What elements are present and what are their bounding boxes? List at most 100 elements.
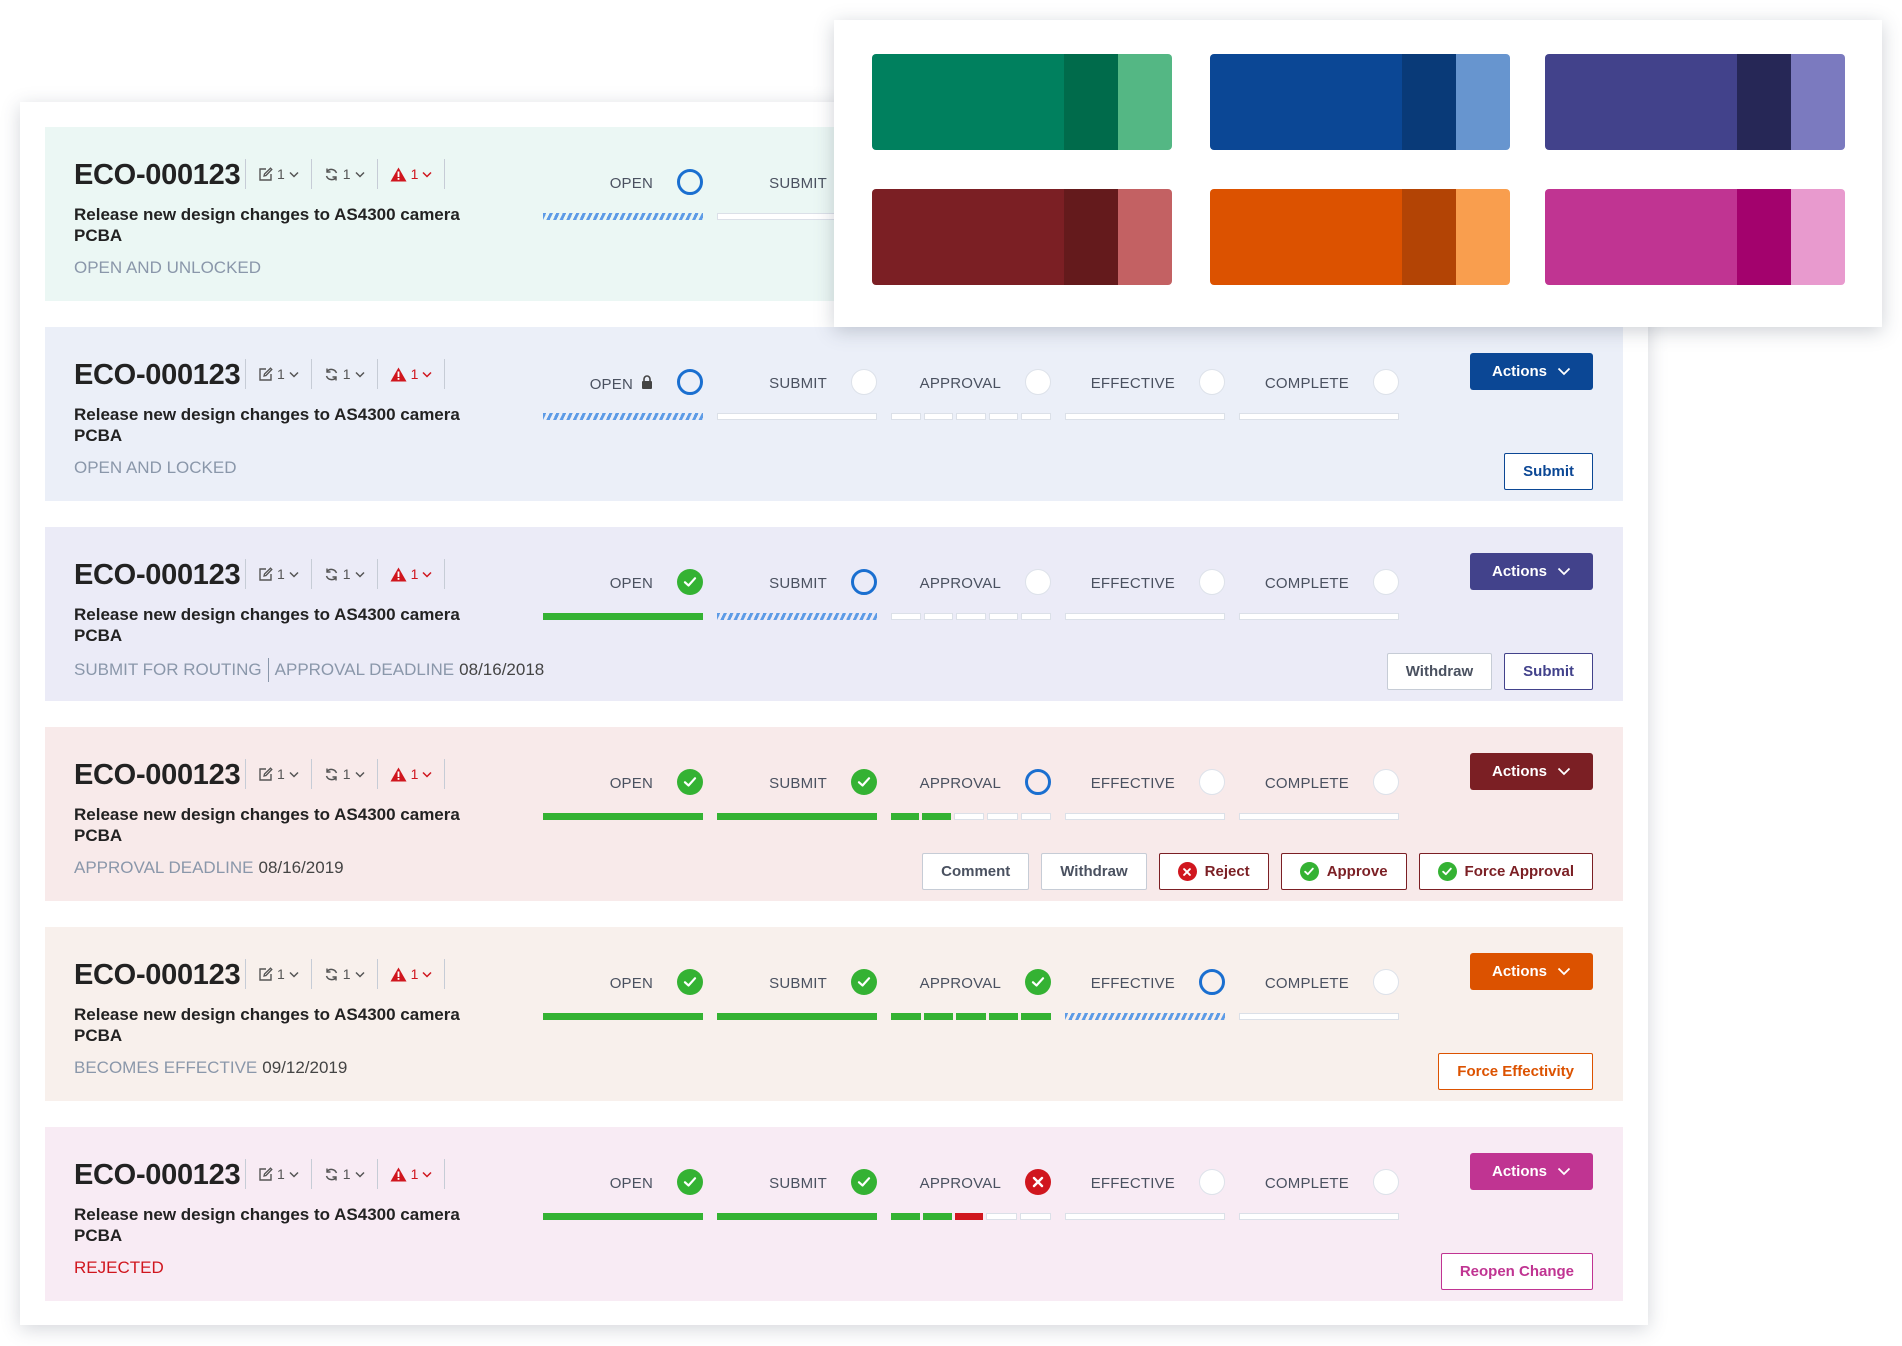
- step-label: EFFECTIVE: [1091, 375, 1175, 392]
- submit-button[interactable]: Submit: [1504, 653, 1593, 690]
- comment-button[interactable]: Comment: [922, 853, 1030, 890]
- alert-dropdown[interactable]: 1: [378, 966, 445, 982]
- alert-dropdown[interactable]: 1: [378, 766, 445, 782]
- status-date: 08/16/2018: [459, 660, 545, 679]
- eco-status: REJECTED: [74, 1258, 164, 1278]
- workflow-progress: OPEN SUBMIT APPROVAL EFFECTIVE COMPLETE: [543, 369, 1405, 429]
- eco-meta-toolbar: 1 1 1: [245, 759, 446, 789]
- actions-button[interactable]: Actions: [1470, 753, 1593, 790]
- eco-description: Release new design changes to AS4300 cam…: [74, 1205, 460, 1245]
- eco-number[interactable]: ECO-000123: [74, 559, 241, 592]
- chevron-down-icon: [1557, 1163, 1571, 1180]
- alert-dropdown-count: 1: [410, 166, 419, 182]
- revision-icon: [324, 1167, 339, 1182]
- edit-dropdown[interactable]: 1: [246, 1166, 311, 1182]
- swatch-light-shade: [1791, 54, 1845, 150]
- step-open: OPEN: [543, 1169, 703, 1229]
- step-label: COMPLETE: [1265, 375, 1349, 392]
- edit-dropdown[interactable]: 1: [246, 366, 311, 382]
- eco-number[interactable]: ECO-000123: [74, 359, 241, 392]
- force-effectivity-button[interactable]: Force Effectivity: [1438, 1053, 1593, 1090]
- force-approval-button[interactable]: Force Approval: [1418, 853, 1593, 890]
- withdraw-button[interactable]: Withdraw: [1041, 853, 1147, 890]
- eco-status: SUBMIT FOR ROUTING APPROVAL DEADLINE 08/16…: [74, 658, 544, 682]
- submit-button[interactable]: Submit: [1504, 453, 1593, 490]
- alert-dropdown-count: 1: [410, 1166, 419, 1182]
- eco-card: ECO-000123 1 1 1 Release new design changes …: [45, 527, 1623, 701]
- chevron-down-icon: [422, 771, 432, 778]
- edit-dropdown[interactable]: 1: [246, 966, 311, 982]
- actions-label: Actions: [1491, 363, 1547, 380]
- step-label: OPEN: [610, 175, 653, 192]
- approval-segment-empty: [986, 1213, 1018, 1220]
- step-label: COMPLETE: [1265, 775, 1349, 792]
- approve-button[interactable]: Approve: [1280, 853, 1407, 890]
- step-bar-empty: [1239, 613, 1399, 620]
- swatch-light-shade: [1456, 54, 1510, 150]
- eco-number[interactable]: ECO-000123: [74, 1159, 241, 1192]
- actions-button[interactable]: Actions: [1470, 553, 1593, 590]
- step-label: COMPLETE: [1265, 1175, 1349, 1192]
- step-label: OPEN: [610, 575, 653, 592]
- approval-segment-empty: [953, 813, 985, 820]
- eco-number[interactable]: ECO-000123: [74, 159, 241, 192]
- edit-dropdown[interactable]: 1: [246, 166, 311, 182]
- alert-dropdown[interactable]: 1: [378, 166, 445, 182]
- approval-segment-done: [922, 813, 951, 820]
- revision-dropdown[interactable]: 1: [312, 366, 377, 382]
- step-label-text: COMPLETE: [1264, 975, 1349, 992]
- step-effective: EFFECTIVE: [1065, 969, 1225, 1029]
- step-label: EFFECTIVE: [1091, 975, 1175, 992]
- actions-button[interactable]: Actions: [1470, 1153, 1593, 1190]
- step-open: OPEN: [543, 569, 703, 629]
- approval-segment-done: [922, 1213, 952, 1220]
- withdraw-button[interactable]: Withdraw: [1386, 653, 1493, 690]
- swatch-light-shade: [1791, 189, 1845, 285]
- step-label-text: APPROVAL: [919, 575, 1001, 592]
- revision-dropdown[interactable]: 1: [312, 966, 377, 982]
- swatch-dark-shade: [1064, 54, 1118, 150]
- step-bar-empty: [1239, 813, 1399, 820]
- button-label: Approve: [1326, 863, 1388, 880]
- revision-dropdown[interactable]: 1: [312, 166, 377, 182]
- eco-number[interactable]: ECO-000123: [74, 959, 241, 992]
- chevron-down-icon: [422, 171, 432, 178]
- reject-button[interactable]: Reject: [1158, 853, 1269, 890]
- revision-icon: [324, 367, 339, 382]
- swatch-main-shade: [1545, 54, 1737, 150]
- step-submit: SUBMIT: [717, 969, 877, 1029]
- button-label: Withdraw: [1405, 663, 1474, 680]
- actions-button[interactable]: Actions: [1470, 353, 1593, 390]
- actions-button[interactable]: Actions: [1470, 953, 1593, 990]
- eco-number[interactable]: ECO-000123: [74, 759, 241, 792]
- card-button-row: Force Effectivity: [1438, 1053, 1593, 1090]
- step-status-pending-icon: [1373, 369, 1399, 395]
- edit-dropdown[interactable]: 1: [246, 766, 311, 782]
- step-status-done-icon: [1025, 969, 1051, 995]
- approval-segment-empty: [1021, 613, 1051, 620]
- edit-dropdown-count: 1: [277, 566, 285, 582]
- alert-dropdown[interactable]: 1: [378, 366, 445, 382]
- step-submit: SUBMIT: [717, 369, 877, 429]
- revision-dropdown[interactable]: 1: [312, 1166, 377, 1182]
- step-bar-done: [543, 813, 703, 820]
- alert-dropdown[interactable]: 1: [378, 1166, 445, 1182]
- alert-dropdown-count: 1: [410, 566, 419, 582]
- step-status-current-icon: [677, 169, 703, 195]
- step-label-text: APPROVAL: [919, 375, 1001, 392]
- reject-icon: [1177, 862, 1197, 881]
- alert-dropdown[interactable]: 1: [378, 566, 445, 582]
- alert-icon: [390, 567, 407, 582]
- reopen-change-button[interactable]: Reopen Change: [1440, 1253, 1593, 1290]
- step-bar-empty: [1239, 1213, 1399, 1220]
- step-label: EFFECTIVE: [1091, 575, 1175, 592]
- chevron-down-icon: [289, 971, 299, 978]
- revision-dropdown[interactable]: 1: [312, 766, 377, 782]
- chevron-down-icon: [1557, 963, 1571, 980]
- approval-segment-done: [891, 1213, 920, 1220]
- step-complete: COMPLETE: [1239, 1169, 1399, 1229]
- edit-dropdown[interactable]: 1: [246, 566, 311, 582]
- step-label: OPEN: [610, 775, 653, 792]
- revision-dropdown[interactable]: 1: [312, 566, 377, 582]
- step-bar-empty: [1065, 813, 1225, 820]
